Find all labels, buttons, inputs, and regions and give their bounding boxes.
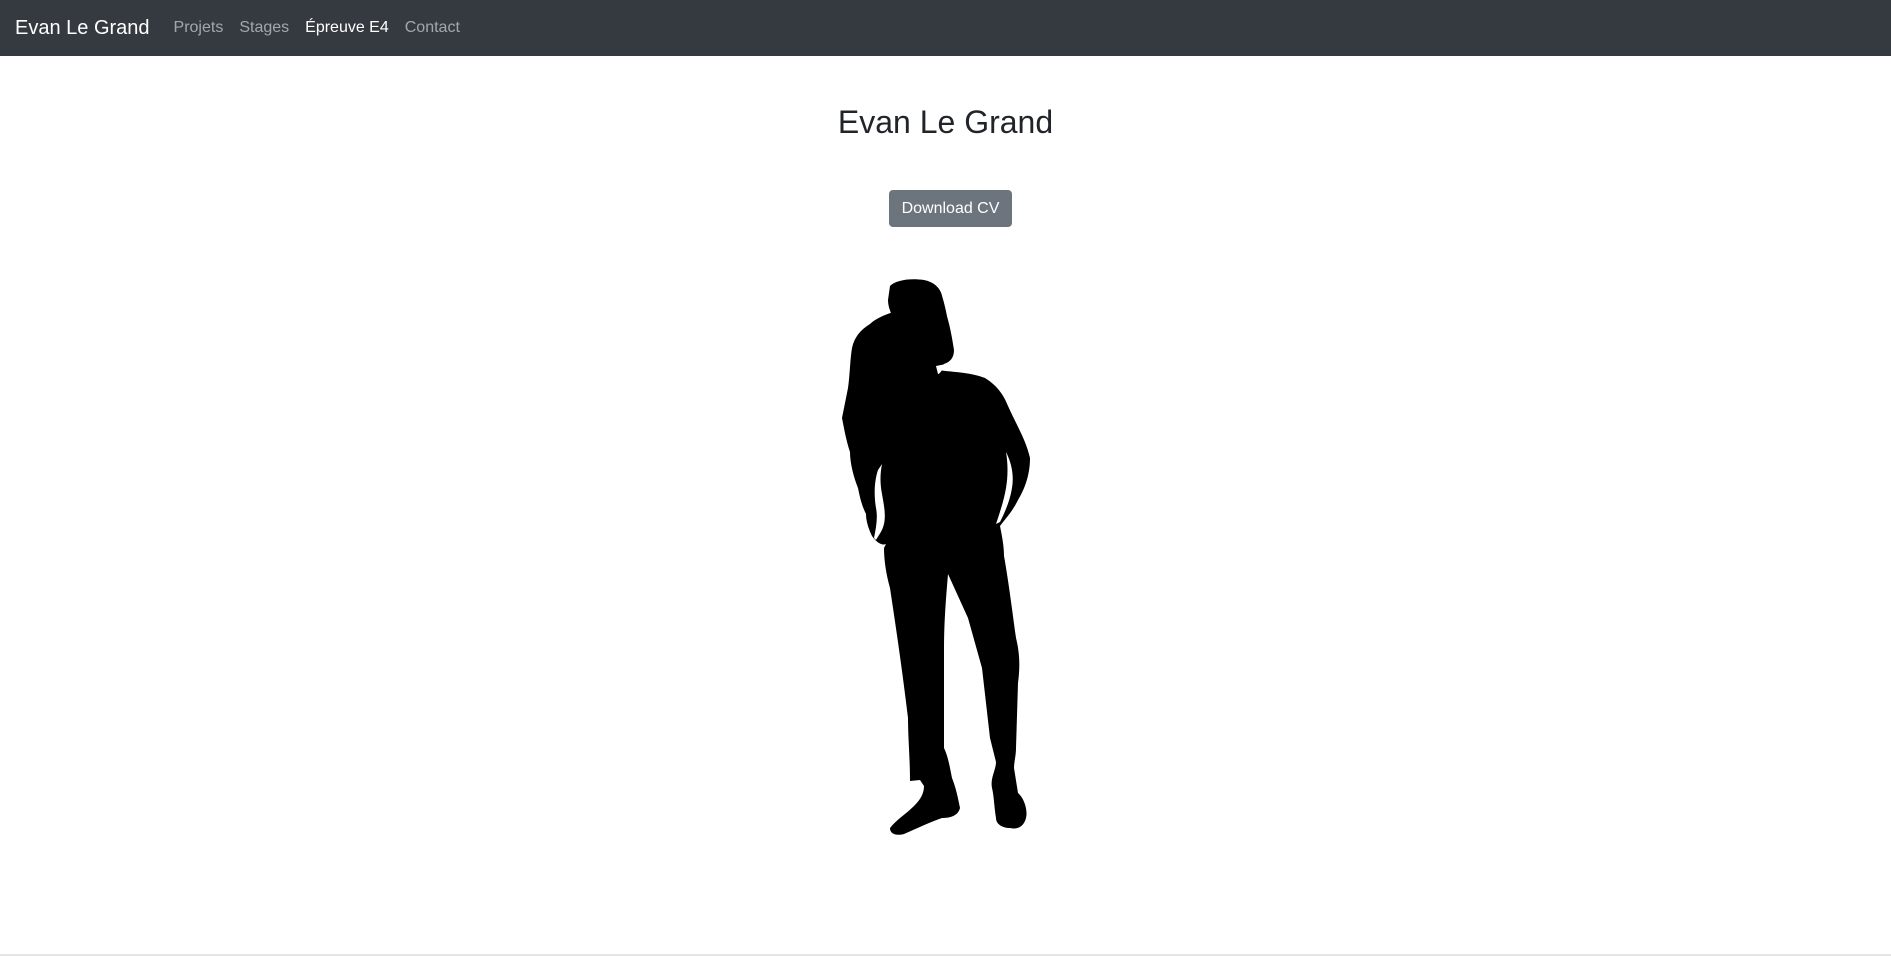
nav-links: Projets Stages Épreuve E4 Contact — [174, 19, 460, 37]
main-content: Evan Le Grand Download CV — [0, 56, 1891, 956]
download-cv-button[interactable]: Download CV — [889, 190, 1012, 227]
nav-link-contact[interactable]: Contact — [405, 19, 460, 37]
nav-link-projets[interactable]: Projets — [174, 19, 224, 37]
nav-link-epreuve-e4[interactable]: Épreuve E4 — [305, 19, 389, 37]
top-navbar: Evan Le Grand Projets Stages Épreuve E4 … — [0, 0, 1891, 56]
nav-link-stages[interactable]: Stages — [239, 19, 289, 37]
brand-link[interactable]: Evan Le Grand — [15, 17, 150, 40]
page-title: Evan Le Grand — [837, 104, 1054, 140]
person-silhouette-image — [842, 279, 1030, 835]
